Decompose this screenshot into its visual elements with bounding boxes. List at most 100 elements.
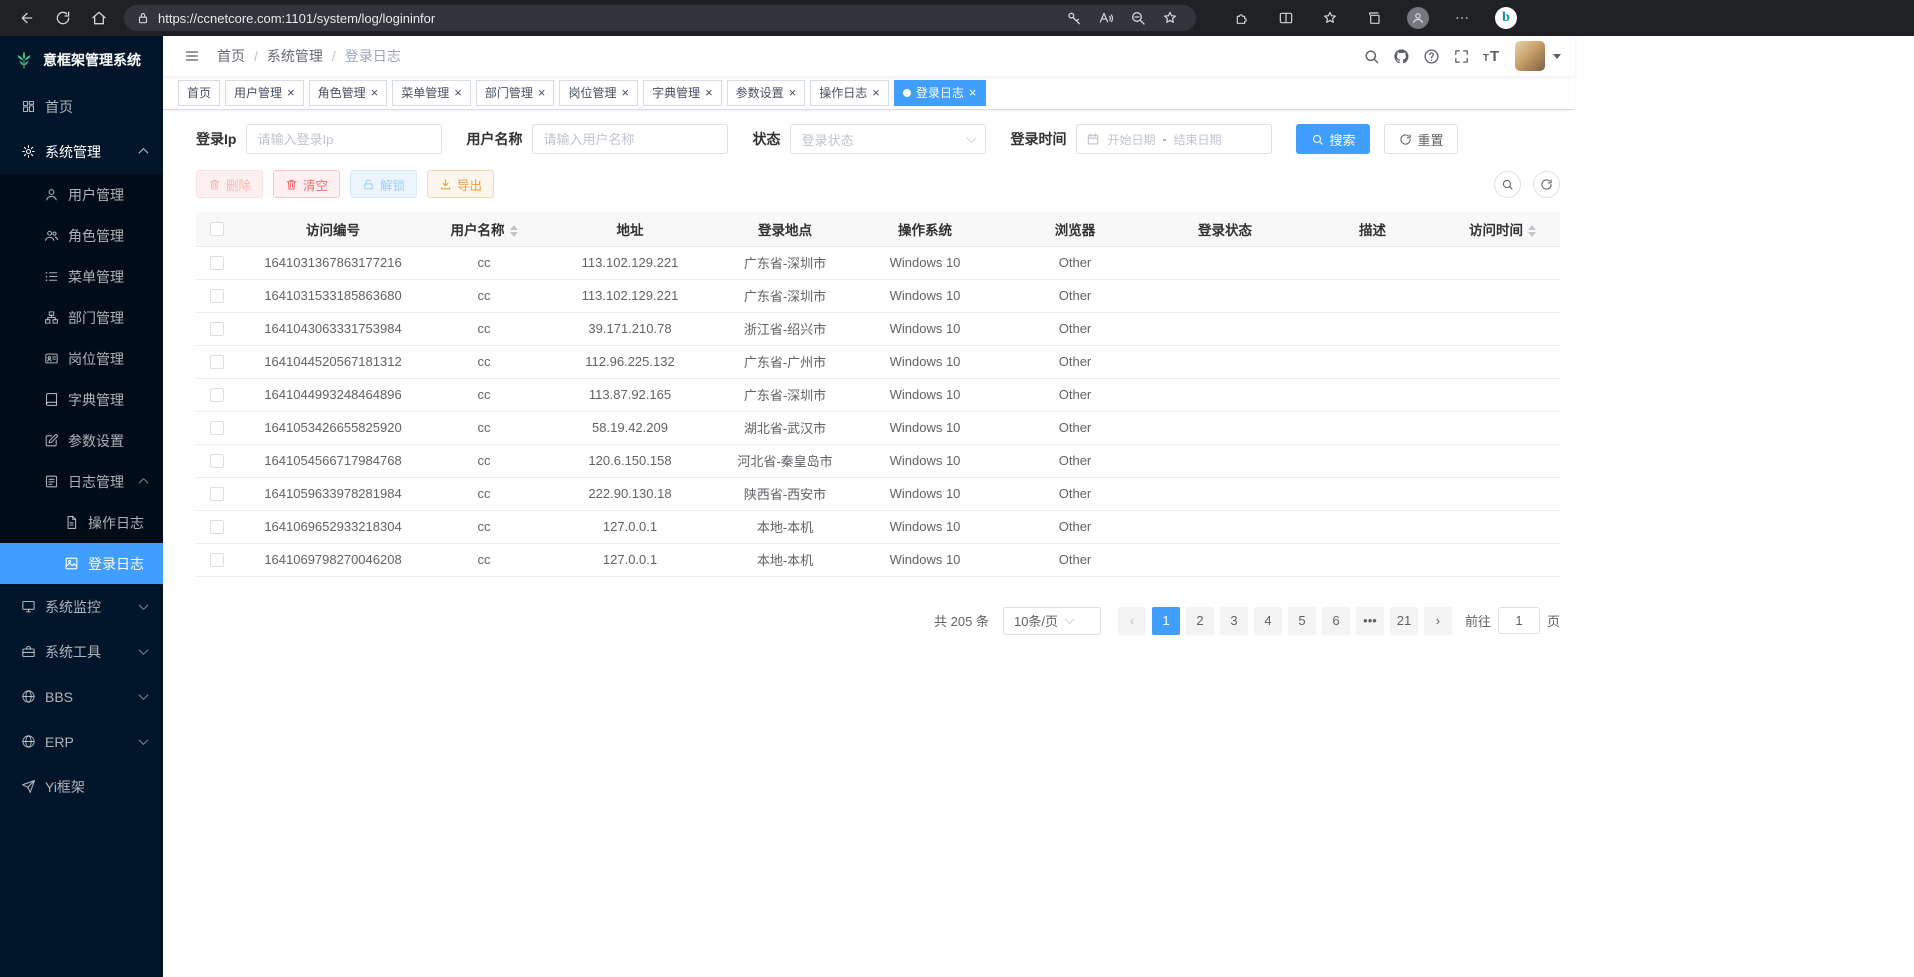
close-icon[interactable]: × [705, 86, 713, 99]
tab-dept[interactable]: 部门管理× [476, 80, 555, 106]
date-range-picker[interactable]: 开始日期 - 结束日期 [1076, 124, 1272, 154]
refresh-table-button[interactable] [1533, 171, 1560, 198]
add-favorite-button[interactable] [1156, 7, 1184, 29]
table-row[interactable]: 1641054566717984768cc120.6.150.158河北省-秦皇… [196, 444, 1560, 477]
row-checkbox[interactable] [210, 289, 224, 303]
sidebar-item-monitor[interactable]: 系统监控 [0, 584, 163, 629]
sidebar-item-erp[interactable]: ERP [0, 719, 163, 764]
collapse-sidebar-button[interactable] [177, 41, 207, 71]
sort-carets-icon[interactable] [1528, 225, 1536, 237]
tab-post[interactable]: 岗位管理× [559, 80, 638, 106]
table-row[interactable]: 1641069652933218304cc127.0.0.1本地-本机Windo… [196, 510, 1560, 543]
close-icon[interactable]: × [287, 86, 295, 99]
row-checkbox[interactable] [210, 388, 224, 402]
page-size-select[interactable]: 10条/页 [1003, 607, 1101, 635]
tab-dict[interactable]: 字典管理× [643, 80, 722, 106]
help-button[interactable] [1417, 42, 1445, 70]
table-row[interactable]: 1641069798270046208cc127.0.0.1本地-本机Windo… [196, 543, 1560, 576]
close-icon[interactable]: × [872, 86, 880, 99]
page-button-4[interactable]: 4 [1254, 607, 1282, 635]
page-button-6[interactable]: 6 [1322, 607, 1350, 635]
next-page-button[interactable]: › [1424, 607, 1452, 635]
tab-logininfor[interactable]: 登录日志× [894, 80, 986, 106]
tab-user[interactable]: 用户管理× [225, 80, 304, 106]
collections-button[interactable] [1356, 4, 1392, 32]
row-checkbox[interactable] [210, 256, 224, 270]
page-button-1[interactable]: 1 [1152, 607, 1180, 635]
row-checkbox[interactable] [210, 520, 224, 534]
sidebar-item-logininfor[interactable]: 登录日志 [0, 543, 163, 584]
table-row[interactable]: 1641059633978281984cc222.90.130.18陕西省-西安… [196, 477, 1560, 510]
browser-menu-button[interactable] [1444, 4, 1480, 32]
browser-back-button[interactable] [10, 4, 44, 32]
select-all-checkbox[interactable] [210, 222, 224, 236]
more-pages-button[interactable]: ••• [1356, 607, 1384, 635]
page-button-5[interactable]: 5 [1288, 607, 1316, 635]
sidebar-item-role[interactable]: 角色管理 [0, 215, 163, 256]
sidebar-item-operlog[interactable]: 操作日志 [0, 502, 163, 543]
breadcrumb-item[interactable]: 系统管理 [267, 46, 323, 66]
close-icon[interactable]: × [621, 86, 629, 99]
row-checkbox[interactable] [210, 355, 224, 369]
breadcrumb-item[interactable]: 首页 [217, 46, 245, 66]
search-button[interactable]: 搜索 [1296, 124, 1370, 154]
close-icon[interactable]: × [789, 86, 797, 99]
github-link-button[interactable] [1387, 42, 1415, 70]
sidebar-item-home[interactable]: 首页 [0, 84, 163, 129]
sidebar-item-bbs[interactable]: BBS [0, 674, 163, 719]
row-checkbox[interactable] [210, 454, 224, 468]
sort-carets-icon[interactable] [510, 225, 518, 237]
fullscreen-button[interactable] [1447, 42, 1475, 70]
table-row[interactable]: 1641031367863177216cc113.102.129.221广东省-… [196, 246, 1560, 279]
row-checkbox[interactable] [210, 322, 224, 336]
sidebar-item-post[interactable]: 岗位管理 [0, 338, 163, 379]
row-checkbox[interactable] [210, 421, 224, 435]
page-jump-input[interactable] [1498, 607, 1540, 634]
toggle-search-button[interactable] [1494, 171, 1521, 198]
password-key-button[interactable] [1060, 7, 1088, 29]
zoom-button[interactable] [1124, 7, 1152, 29]
delete-button[interactable]: 删除 [196, 170, 263, 198]
table-row[interactable]: 1641031533185863680cc113.102.129.221广东省-… [196, 279, 1560, 312]
sidebar-item-system[interactable]: 系统管理 [0, 129, 163, 174]
favorites-button[interactable] [1312, 4, 1348, 32]
close-icon[interactable]: × [969, 86, 977, 99]
tab-operlog[interactable]: 操作日志× [810, 80, 889, 106]
prev-page-button[interactable]: ‹ [1118, 607, 1146, 635]
sidebar-item-yi[interactable]: Yi框架 [0, 764, 163, 809]
copilot-button[interactable]: b [1488, 4, 1524, 32]
login-ip-input[interactable] [246, 124, 442, 154]
sidebar-item-tool[interactable]: 系统工具 [0, 629, 163, 674]
font-size-button[interactable]: TT [1477, 42, 1505, 70]
extensions-button[interactable] [1224, 4, 1260, 32]
address-bar[interactable]: https://ccnetcore.com:1101/system/log/lo… [124, 5, 1196, 31]
read-aloud-button[interactable] [1092, 7, 1120, 29]
sidebar-item-menu[interactable]: 菜单管理 [0, 256, 163, 297]
tab-config[interactable]: 参数设置× [727, 80, 806, 106]
sidebar-item-dict[interactable]: 字典管理 [0, 379, 163, 420]
tab-menu[interactable]: 菜单管理× [392, 80, 471, 106]
status-select[interactable]: 登录状态 [790, 124, 986, 154]
sidebar-item-log[interactable]: 日志管理 [0, 461, 163, 502]
table-row[interactable]: 1641053426655825920cc58.19.42.209湖北省-武汉市… [196, 411, 1560, 444]
clear-button[interactable]: 清空 [273, 170, 340, 198]
browser-profile-button[interactable] [1400, 4, 1436, 32]
column-header[interactable]: 访问时间 [1445, 212, 1560, 246]
column-header[interactable]: 用户名称 [428, 212, 540, 246]
table-row[interactable]: 1641044993248464896cc113.87.92.165广东省-深圳… [196, 378, 1560, 411]
page-button-2[interactable]: 2 [1186, 607, 1214, 635]
row-checkbox[interactable] [210, 487, 224, 501]
close-icon[interactable]: × [371, 86, 379, 99]
unlock-button[interactable]: 解锁 [350, 170, 417, 198]
row-checkbox[interactable] [210, 553, 224, 567]
table-row[interactable]: 1641044520567181312cc112.96.225.132广东省-广… [196, 345, 1560, 378]
page-button-3[interactable]: 3 [1220, 607, 1248, 635]
close-icon[interactable]: × [454, 86, 462, 99]
sidebar-item-config[interactable]: 参数设置 [0, 420, 163, 461]
export-button[interactable]: 导出 [427, 170, 494, 198]
split-screen-button[interactable] [1268, 4, 1304, 32]
reset-button[interactable]: 重置 [1384, 124, 1458, 154]
close-icon[interactable]: × [538, 86, 546, 99]
avatar-caret-icon[interactable] [1553, 54, 1561, 59]
username-input[interactable] [532, 124, 728, 154]
